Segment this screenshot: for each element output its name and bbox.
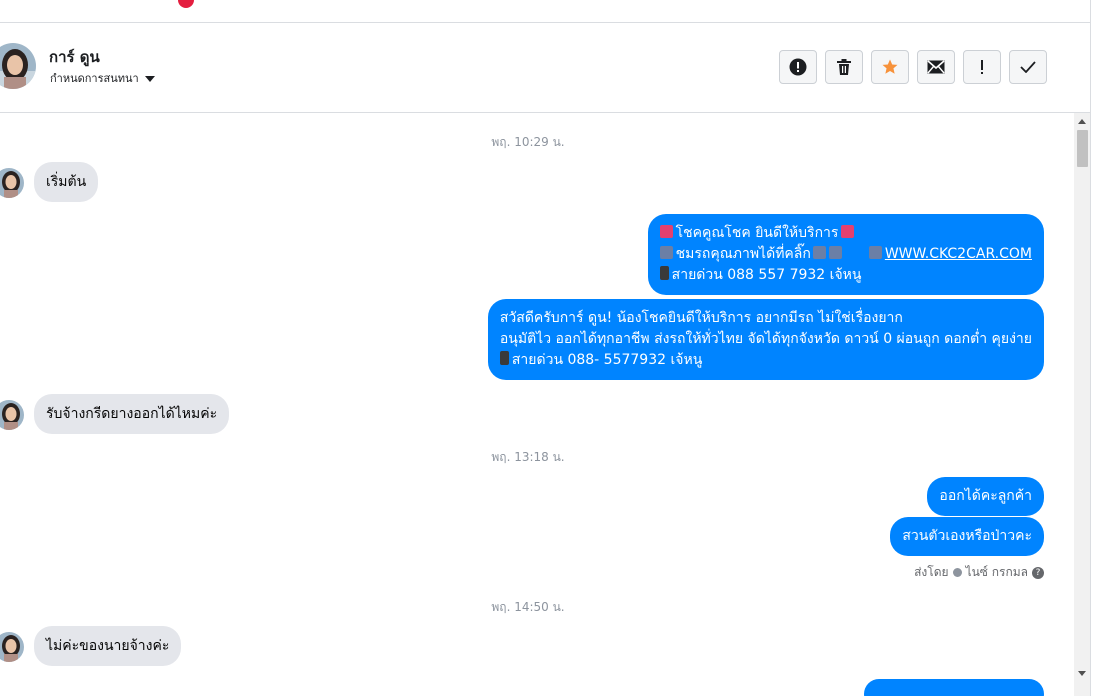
outgoing-message	[864, 679, 1044, 696]
mobile-phone-emoji-icon	[499, 351, 509, 365]
notification-badge[interactable]	[178, 0, 194, 8]
sent-by-text: ส่งโดย	[914, 565, 949, 579]
scrollbar[interactable]	[1074, 113, 1090, 696]
incoming-message: ไม่ค่ะของนายจ้างค่ะ	[34, 626, 182, 666]
message-text: สายด่วน 088- 5577932 เจ้หนู	[511, 352, 703, 368]
action-toolbar	[779, 50, 1047, 84]
timestamp: พฤ. 10:29 น.	[491, 135, 565, 149]
mark-done-button[interactable]	[1009, 50, 1047, 84]
down-arrow-emoji-icon	[812, 246, 826, 259]
avatar[interactable]	[0, 43, 36, 89]
message-text: สายด่วน 088 557 7932 เจ้หนู	[671, 267, 862, 283]
scroll-down-arrow-icon[interactable]	[1078, 671, 1086, 676]
conversation-schedule-dropdown[interactable]: กำหนดการสนทนา	[50, 69, 155, 87]
mobile-phone-emoji-icon	[659, 266, 669, 280]
message-text: โชคคูณโชค ยินดีให้บริการ	[675, 225, 839, 241]
verified-icon	[952, 568, 962, 577]
incoming-message: เริ่มต้น	[34, 162, 99, 202]
avatar[interactable]	[0, 168, 24, 198]
conversation-header: การ์ ดูน กำหนดการสนทนา	[0, 23, 1090, 113]
star-icon	[882, 59, 898, 74]
avatar[interactable]	[0, 400, 24, 430]
mark-spam-button[interactable]	[779, 50, 817, 84]
play-button-emoji-icon	[659, 246, 673, 259]
exclamation-icon	[981, 60, 983, 74]
scrollbar-thumb[interactable]	[1077, 130, 1088, 167]
avatar[interactable]	[0, 632, 24, 662]
outgoing-message: โชคคูณโชค ยินดีให้บริการ ชมรถคุณภาพได้ที…	[647, 214, 1044, 295]
message-text: อนุมัติไว ออกได้ทุกอาชีพ ส่งรถให้ทั่วไทย…	[499, 331, 1032, 347]
sent-by-label: ส่งโดย ไนซ์ กรกมล ?	[914, 563, 1044, 582]
envelope-icon	[927, 60, 945, 74]
timestamp: พฤ. 13:18 น.	[491, 450, 565, 464]
outgoing-message: สวนตัวเองหรือป่าวคะ	[890, 517, 1044, 556]
alert-circle-icon	[789, 58, 807, 76]
delete-button[interactable]	[825, 50, 863, 84]
message-text: ชมรถคุณภาพได้ที่คลิ๊ก	[675, 246, 811, 262]
angry-emoji-icon	[659, 225, 673, 238]
trash-icon	[837, 59, 851, 75]
message-thread: พฤ. 10:29 น. เริ่มต้น โชคคูณโชค ยินดีให้…	[0, 113, 1074, 696]
right-edge	[1090, 0, 1102, 696]
chevron-down-icon	[144, 76, 155, 82]
star-button[interactable]	[871, 50, 909, 84]
website-link[interactable]: WWW.CKC2CAR.COM	[885, 246, 1032, 262]
conversation-schedule-label: กำหนดการสนทนา	[50, 72, 139, 85]
checkmark-icon	[1020, 61, 1036, 73]
help-icon[interactable]: ?	[1032, 566, 1044, 579]
contact-name: การ์ ดูน	[49, 48, 100, 66]
outgoing-message: ออกได้คะลูกค้า	[927, 477, 1044, 516]
sender-name[interactable]: ไนซ์ กรกมล	[966, 563, 1028, 582]
angry-emoji-icon	[841, 225, 855, 238]
down-arrow-emoji-icon	[828, 246, 842, 259]
play-button-emoji-icon	[868, 246, 882, 259]
timestamp: พฤ. 14:50 น.	[491, 600, 565, 614]
message-text: สวัสดีครับการ์ ดูน! น้องโชคยินดีให้บริกา…	[499, 310, 903, 326]
outgoing-message: สวัสดีครับการ์ ดูน! น้องโชคยินดีให้บริกา…	[487, 299, 1044, 380]
priority-button[interactable]	[963, 50, 1001, 84]
scroll-up-arrow-icon[interactable]	[1078, 119, 1086, 124]
top-strip	[0, 0, 1090, 23]
incoming-message: รับจ้างกรีดยางออกได้ไหมค่ะ	[34, 394, 230, 434]
mark-unread-button[interactable]	[917, 50, 955, 84]
